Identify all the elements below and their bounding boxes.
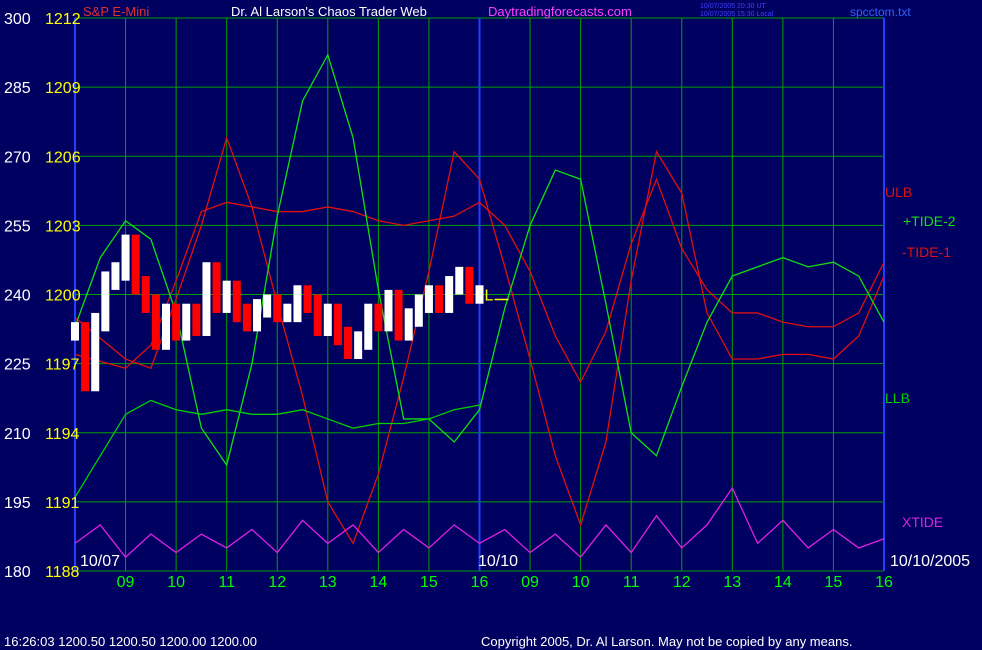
price-bar [364,303,373,350]
time-tick-label: 13 [319,574,337,591]
chaos-trader-chart: L 300 1212285 1209270 1206255 1203240 1200225… [4,3,970,649]
time-tick-label: 10 [572,574,590,591]
left-tick-label: 300 [4,11,31,28]
time-tick-label: 12 [673,574,691,591]
price-bar [313,294,322,336]
price-bar [273,294,282,323]
price-tick-label: 1194 [45,426,80,443]
left-tick-label: 240 [4,288,31,305]
price-bar [172,303,181,341]
date-label: 10/07 [80,553,120,570]
price-bar [303,285,312,313]
time-tick-label: 16 [471,574,489,591]
price-bar [404,308,413,341]
legend-label: +TIDE-2 [903,213,956,229]
price-tick-label: 1209 [45,80,81,97]
price-bar [354,331,363,360]
timestamp-ut: 10/07/2005 20:30 UT [700,3,766,10]
price-tick-label: 1200 [45,288,81,305]
price-bar [424,285,433,313]
price-bar [91,312,100,392]
left-tick-label: 285 [4,80,31,97]
price-bar [283,303,292,323]
time-tick-label: 09 [521,574,539,591]
current-price-marker: L [485,288,494,305]
quote-readout: 16:26:03 1200.50 1200.50 1200.00 1200.00 [4,634,257,649]
legend-label: LLB [885,390,910,406]
legend-label: XTIDE [902,514,943,530]
price-bar [141,276,150,313]
price-bar [344,326,353,360]
price-bar [384,289,393,332]
site-link[interactable]: Daytradingforecasts.com [488,4,632,19]
time-tick-label: 13 [723,574,741,591]
price-bar [333,303,342,346]
price-tick-label: 1212 [45,11,81,28]
time-tick-label: 16 [875,574,893,591]
legend-label: ULB [885,184,912,200]
price-bar [293,285,302,323]
price-bar [323,303,332,336]
price-bar [162,303,171,350]
price-bar [435,285,444,313]
price-bar [121,234,130,281]
left-tick-label: 195 [4,495,31,512]
date-label: 10/10 [478,553,518,570]
time-tick-label: 10 [167,574,185,591]
price-bar [212,262,221,313]
filename-label: spcctom.txt [850,5,911,19]
price-bar [151,294,160,350]
time-tick-label: 14 [774,574,792,591]
price-tick-label: 1203 [45,218,81,235]
series-layer: L [71,53,885,559]
copyright-notice: Copyright 2005, Dr. Al Larson. May not b… [481,634,852,649]
left-tick-label: 210 [4,426,31,443]
price-bar [374,303,383,332]
instrument-label: S&P E-Mini [83,4,149,19]
price-bar [394,289,403,341]
price-bar [101,271,110,332]
time-tick-label: 11 [623,574,640,591]
price-bar [414,294,423,327]
price-bar [81,322,90,392]
left-tick-label: 270 [4,149,31,166]
price-bar [475,285,484,304]
price-bar [445,276,454,313]
chart-title: Dr. Al Larson's Chaos Trader Web [231,4,427,19]
price-tick-label: 1206 [45,149,81,166]
price-bar [131,234,140,295]
price-bar [455,266,464,295]
price-bar [222,280,231,313]
timestamp-local: 10/07/2005 15:30 Local [700,11,774,18]
left-tick-label: 255 [4,218,31,235]
time-tick-label: 15 [825,574,843,591]
price-bar [242,303,251,332]
price-tick-label: 1191 [45,495,80,512]
price-tick-label: 1188 [45,564,80,581]
price-bar [182,303,191,341]
time-tick-label: 14 [369,574,387,591]
price-bar [232,280,241,323]
time-tick-label: 09 [117,574,135,591]
price-tick-label: 1197 [45,357,80,374]
left-tick-label: 180 [4,564,31,581]
time-tick-label: 11 [218,574,235,591]
price-bar [71,322,79,341]
left-tick-label: 225 [4,357,31,374]
date-label: 10/10/2005 [890,553,970,570]
price-bar [192,303,201,336]
time-tick-label: 15 [420,574,438,591]
price-bar [111,262,120,290]
legend-label: -TIDE-1 [902,244,951,260]
price-bar [263,294,272,318]
time-tick-label: 12 [268,574,286,591]
price-bar [253,299,262,332]
price-bar [465,266,474,304]
price-bar [202,262,211,336]
